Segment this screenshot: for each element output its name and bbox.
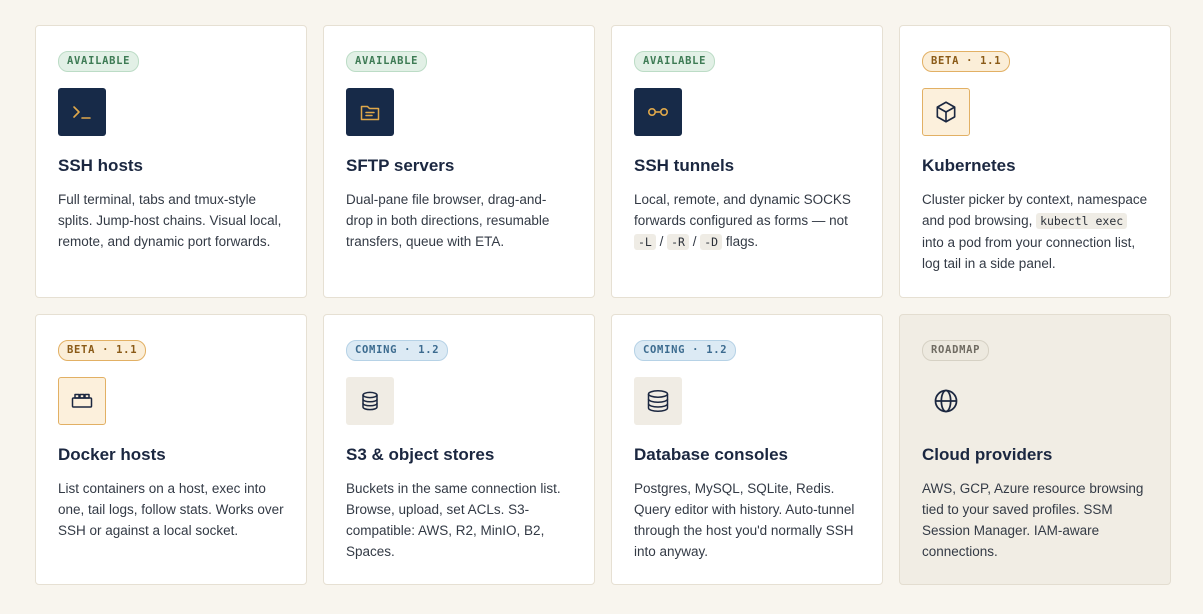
status-badge: BETA · 1.1 <box>58 340 147 361</box>
status-badge: AVAILABLE <box>346 51 428 72</box>
card-title: Database consoles <box>634 445 789 464</box>
card-docker-hosts[interactable]: BETA · 1.1 Docker hosts List containers … <box>35 314 307 585</box>
card-kubernetes[interactable]: BETA · 1.1 Kubernetes Cluster picker by … <box>899 25 1171 298</box>
card-description: AWS, GCP, Azure resource browsing tied t… <box>922 481 1144 559</box>
flag-code: -R <box>667 234 689 250</box>
status-badge: COMING · 1.2 <box>634 340 737 361</box>
card-description: Local, remote, and dynamic SOCKS forward… <box>634 189 860 253</box>
card-title: SSH tunnels <box>634 156 735 175</box>
icon-tile <box>922 88 970 136</box>
card-database-consoles[interactable]: COMING · 1.2 Database consoles Postgres,… <box>611 314 883 585</box>
icon-tile <box>634 88 682 136</box>
icon-tile <box>346 377 394 425</box>
card-sftp-servers[interactable]: AVAILABLE SFTP servers Dual-pane file br… <box>323 25 595 298</box>
desc-separator: / <box>688 234 701 249</box>
icon-tile <box>58 377 106 425</box>
terminal-icon <box>73 106 91 119</box>
card-title: Cloud providers <box>922 445 1053 464</box>
card-title: Kubernetes <box>922 156 1016 175</box>
icon-tile <box>58 88 106 136</box>
card-description: Postgres, MySQL, SQLite, Redis. Query ed… <box>634 481 855 559</box>
icon-tile <box>346 88 394 136</box>
status-badge: ROADMAP <box>922 340 990 361</box>
card-cloud-providers[interactable]: ROADMAP Cloud providers AWS, GCP, Azure … <box>899 314 1171 585</box>
card-description: List containers on a host, exec into one… <box>58 481 284 538</box>
feature-grid: AVAILABLE SSH hosts Full terminal, tabs … <box>35 25 1171 585</box>
status-badge: BETA · 1.1 <box>922 51 1011 72</box>
card-description: Dual-pane file browser, drag-and-drop in… <box>346 192 550 249</box>
command-code: kubectl exec <box>1036 213 1128 229</box>
desc-separator: / <box>655 234 668 249</box>
folder-icon <box>360 105 380 121</box>
card-title: SSH hosts <box>58 156 144 175</box>
desc-text: into a pod from your connection list, lo… <box>922 235 1136 271</box>
globe-icon <box>934 389 958 413</box>
card-ssh-hosts[interactable]: AVAILABLE SSH hosts Full terminal, tabs … <box>35 25 307 298</box>
card-description: Buckets in the same connection list. Bro… <box>346 481 561 559</box>
cube-icon <box>936 101 956 123</box>
card-description: Full terminal, tabs and tmux-style split… <box>58 192 282 249</box>
desc-text: Local, remote, and dynamic SOCKS forward… <box>634 192 851 228</box>
card-s3-object-stores[interactable]: COMING · 1.2 S3 & object stores Buckets … <box>323 314 595 585</box>
status-badge: AVAILABLE <box>58 51 140 72</box>
flag-code: -L <box>634 234 656 250</box>
icon-tile <box>922 377 970 425</box>
container-icon <box>71 393 93 408</box>
card-description: Cluster picker by context, namespace and… <box>922 189 1148 274</box>
card-title: S3 & object stores <box>346 445 495 464</box>
bucket-icon <box>362 391 378 411</box>
database-icon <box>647 390 669 412</box>
card-title: Docker hosts <box>58 445 166 464</box>
flag-code: -D <box>700 234 723 250</box>
status-badge: COMING · 1.2 <box>346 340 449 361</box>
status-badge: AVAILABLE <box>634 51 716 72</box>
tunnel-icon <box>647 108 669 117</box>
card-ssh-tunnels[interactable]: AVAILABLE SSH tunnels Local, remote, and… <box>611 25 883 298</box>
desc-text: flags. <box>722 234 759 249</box>
icon-tile <box>634 377 682 425</box>
card-title: SFTP servers <box>346 156 455 175</box>
